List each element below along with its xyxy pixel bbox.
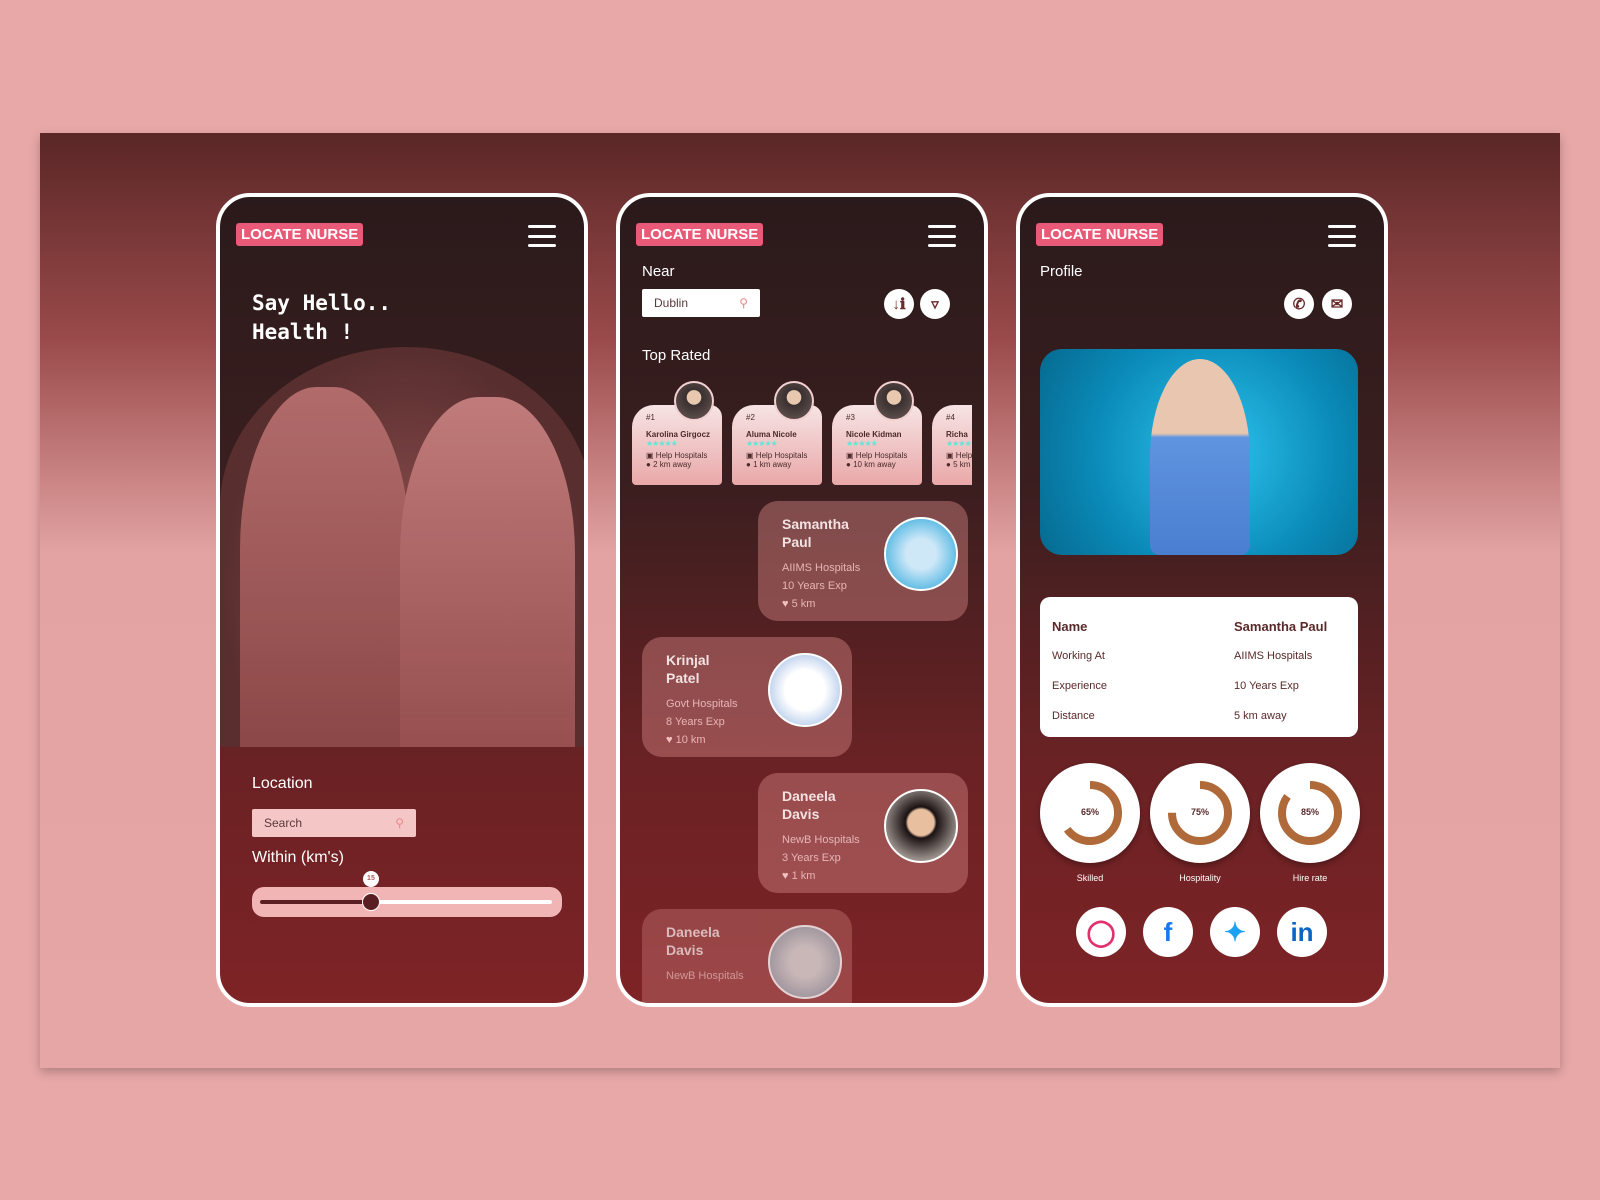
nurse-card[interactable]: Daneela Davis NewB Hospitals	[642, 909, 852, 1003]
hospital: Help Hospitals	[855, 451, 908, 460]
phone-home: LOCATE NURSE Say Hello.. Health ! Locatio…	[216, 193, 588, 1007]
distance: 1 km away	[753, 460, 792, 469]
location-pin-icon: ●	[846, 460, 851, 469]
stat-percent: 75%	[1190, 807, 1209, 817]
detail-row: Name Samantha Paul	[1052, 611, 1346, 641]
nurse-name: Karolina Girgocz	[646, 430, 711, 439]
nurse-card[interactable]: Krinjal Patel Govt Hospitals 8 Years Exp ♥ …	[642, 637, 852, 757]
hospital-icon: ▣	[746, 451, 754, 460]
detail-row: Working At AIIMS Hospitals	[1052, 641, 1346, 671]
distance: 10 km	[675, 734, 706, 746]
nurse-name: Nicole Kidman	[846, 430, 902, 439]
distance: 10 km away	[853, 460, 896, 469]
detail-label: Experience	[1052, 680, 1108, 692]
location-pin-icon: ●	[746, 460, 751, 469]
stat-percent: 85%	[1300, 807, 1319, 817]
detail-label: Distance	[1052, 710, 1095, 722]
avatar	[874, 381, 914, 421]
distance-slider[interactable]: 15	[252, 871, 562, 917]
nurse-card[interactable]: Samantha Paul AIIMS Hospitals 10 Years Exp…	[758, 501, 968, 621]
rating-stars: ★★★★★	[846, 439, 878, 448]
top-rated-card[interactable]: #1 Karolina Girgocz ★★★★★ ▣ Help Hospita…	[632, 381, 722, 485]
detail-row: Distance 5 km away	[1052, 701, 1346, 731]
location-pin-icon: ●	[946, 460, 951, 469]
facebook-icon[interactable]: f	[1143, 907, 1193, 957]
nurse-name: Richa	[946, 430, 968, 439]
profile-photo	[1040, 349, 1358, 555]
slider-value: 15	[362, 871, 379, 887]
hospital-icon: ▣	[946, 451, 954, 460]
avatar	[774, 381, 814, 421]
hospital: Help Hospitals	[955, 451, 972, 460]
hospital: Help Hospitals	[755, 451, 808, 460]
stat-label: Hospitality	[1179, 873, 1221, 883]
detail-row: Experience 10 Years Exp	[1052, 671, 1346, 701]
phone-profile: LOCATE NURSE Profile ✆ ✉ Name Samantha Pa…	[1016, 193, 1388, 1007]
brand-logo: LOCATE NURSE	[1036, 223, 1164, 246]
stat-percent: 65%	[1080, 807, 1099, 817]
detail-value: Samantha Paul	[1234, 618, 1328, 634]
avatar	[884, 517, 958, 591]
instagram-icon[interactable]: ◯	[1076, 907, 1126, 957]
greeting: Say Hello.. Health !	[252, 291, 392, 344]
phone-icon[interactable]: ✆	[1284, 289, 1314, 319]
detail-label: Working At	[1052, 650, 1105, 662]
rating-stars: ★★★★★	[946, 439, 972, 448]
nurse-name: Aluma Nicole	[746, 430, 797, 439]
phone-search: LOCATE NURSE Near Dublin ⚲ ↓ℹ ▿ Top Rated…	[616, 193, 988, 1007]
hamburger-menu-icon[interactable]	[1328, 225, 1356, 247]
hero-image	[220, 347, 584, 747]
top-rated-card[interactable]: #4 Richa ★★★★★ ▣ Help Hospitals ● 5 km a…	[932, 405, 972, 485]
rank: #4	[946, 413, 955, 422]
hospital-icon: ▣	[646, 451, 654, 460]
location-pin-icon: ♥	[782, 870, 789, 882]
detail-value: 5 km away	[1234, 710, 1287, 722]
stat-donut: 65%	[1040, 763, 1140, 863]
brand-logo: LOCATE NURSE	[236, 223, 364, 246]
detail-value: AIIMS Hospitals	[1234, 650, 1313, 662]
hospital: Help Hospitals	[655, 451, 708, 460]
linkedin-icon[interactable]: in	[1277, 907, 1327, 957]
avatar	[768, 653, 842, 727]
avatar	[884, 789, 958, 863]
stat-label: Hire rate	[1292, 873, 1328, 883]
detail-label: Name	[1052, 618, 1088, 634]
hamburger-menu-icon[interactable]	[528, 225, 556, 247]
detail-value: 10 Years Exp	[1234, 680, 1299, 692]
location-pin-icon: ♥	[666, 734, 673, 746]
twitter-icon[interactable]: ✦	[1210, 907, 1260, 957]
distance: 1 km	[791, 870, 816, 882]
stat-label: Skilled	[1076, 873, 1104, 883]
mail-icon[interactable]: ✉	[1322, 289, 1352, 319]
profile-details: Name Samantha Paul Working At AIIMS Hospita…	[1040, 597, 1358, 737]
stat-donut: 85%	[1260, 763, 1360, 863]
hospital-icon: ▣	[846, 451, 854, 460]
stat-donut: 75%	[1150, 763, 1250, 863]
slider-handle[interactable]	[361, 893, 380, 911]
distance: 2 km away	[653, 460, 692, 469]
within-label: Within (km's)	[252, 849, 344, 866]
location-search-input[interactable]: Search ⚲	[252, 809, 416, 837]
location-pin-icon: ●	[646, 460, 651, 469]
rating-stars: ★★★★★	[746, 439, 778, 448]
profile-title: Profile	[1040, 263, 1083, 280]
location-label: Location	[252, 775, 313, 792]
distance: 5 km	[791, 598, 816, 610]
search-icon: ⚲	[395, 816, 404, 830]
location-pin-icon: ♥	[782, 598, 789, 610]
top-rated-card[interactable]: #3 Nicole Kidman ★★★★★ ▣ Help Hospitals …	[832, 381, 922, 485]
distance: 5 km away	[953, 460, 972, 469]
nurse-card[interactable]: Daneela Davis NewB Hospitals 3 Years Exp ♥ …	[758, 773, 968, 893]
top-rated-card[interactable]: #2 Aluma Nicole ★★★★★ ▣ Help Hospitals ●…	[732, 381, 822, 485]
avatar	[768, 925, 842, 999]
rating-stars: ★★★★★	[646, 439, 678, 448]
avatar	[674, 381, 714, 421]
